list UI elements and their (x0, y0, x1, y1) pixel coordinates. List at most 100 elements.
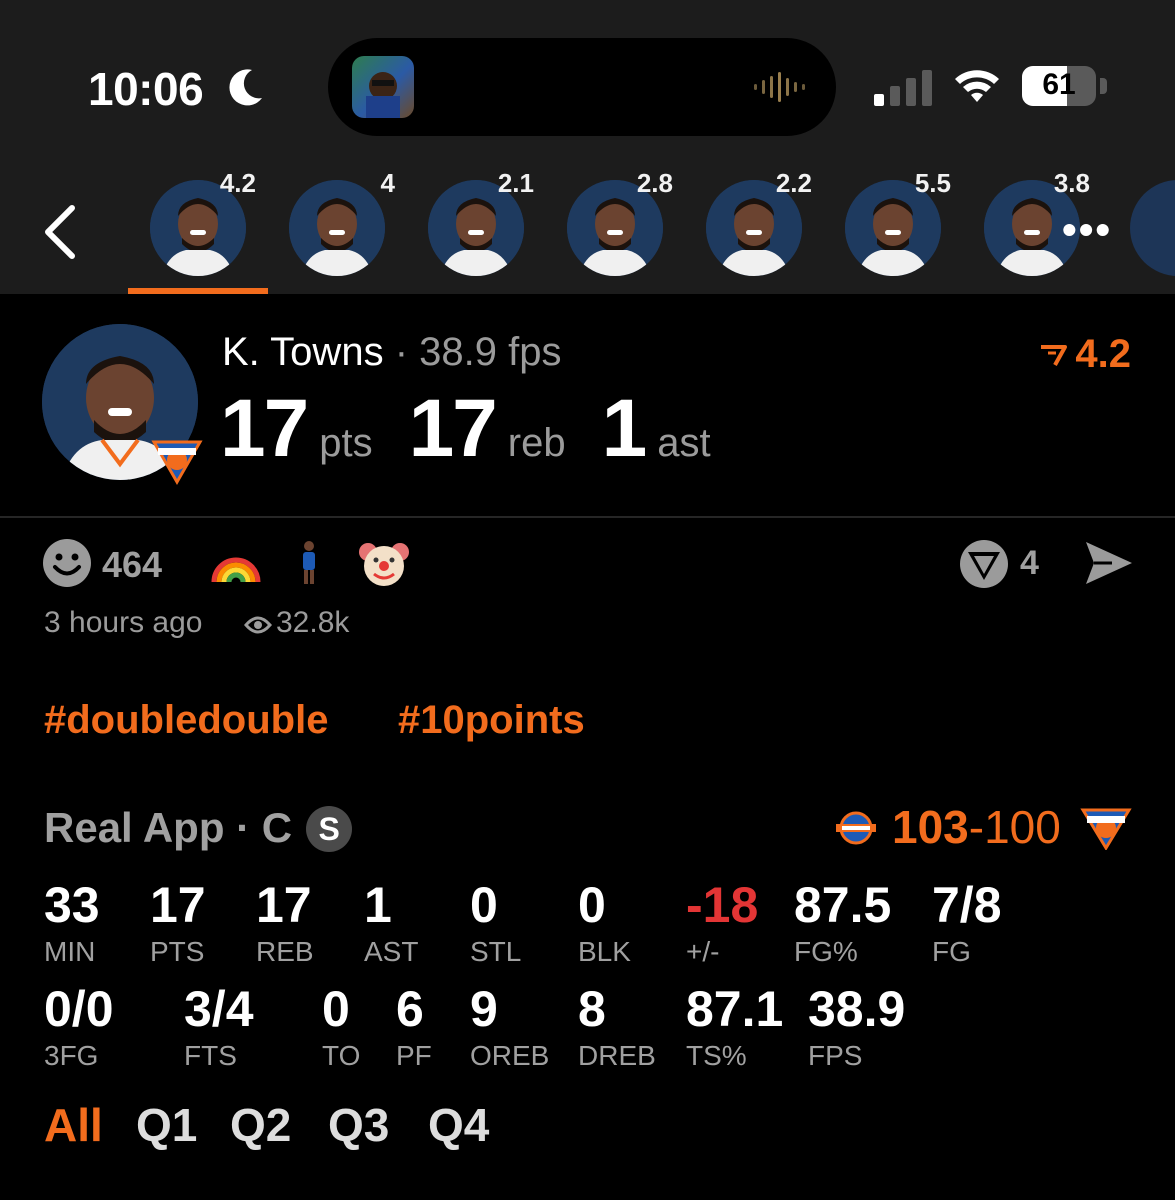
source-text: Real App · C (44, 804, 293, 851)
battery-icon: 61 (1022, 66, 1108, 108)
wifi-icon (955, 70, 999, 102)
rating-v-icon (1041, 345, 1068, 367)
player-rating[interactable]: 4.2 (1039, 332, 1131, 377)
stat-label: PTS (150, 936, 205, 967)
clown-emoji-icon[interactable] (358, 538, 410, 590)
stat-value: 6 (396, 981, 424, 1037)
stat-label: FG (932, 936, 971, 967)
selected-thumb-underline (128, 288, 268, 294)
stat-3fg: 0/0 3FG (44, 984, 114, 1072)
stat-value: 0/0 (44, 981, 114, 1037)
hashtag-10points[interactable]: #10points (398, 698, 585, 743)
stat-oreb: 9 OREB (470, 984, 549, 1072)
stat-value: 17 (256, 877, 312, 933)
stat-stl: 0 STL (470, 880, 521, 968)
tab-q3[interactable]: Q3 (328, 1098, 389, 1152)
stat-label: FG% (794, 936, 858, 967)
eye-icon (244, 616, 272, 634)
stat-dreb: 8 DREB (578, 984, 656, 1072)
score-loss: 100 (984, 801, 1061, 853)
reaction-count: 464 (102, 544, 163, 585)
moon-icon (229, 69, 262, 106)
avatar (1130, 180, 1175, 276)
player-thumb[interactable]: 5.5 (845, 168, 951, 278)
stat-fg: 7/8 FG (932, 880, 1002, 968)
game-source-label: Real App · C S (44, 804, 353, 852)
vote-count: 4 (1020, 544, 1039, 582)
post-time-ago: 3 hours ago (44, 606, 203, 639)
score-win: 103 (892, 801, 969, 853)
rainbow-emoji-icon[interactable] (210, 536, 262, 588)
smiley-reaction-icon[interactable] (42, 538, 92, 588)
stat-label: REB (256, 936, 314, 967)
headline-stats: 17 pts 17 reb 1 ast (220, 382, 747, 476)
tab-q4[interactable]: Q4 (428, 1098, 489, 1152)
share-send-icon[interactable] (1082, 538, 1136, 588)
hashtag-doubledouble[interactable]: #doubledouble (44, 698, 328, 743)
stat-fts: 3/4 FTS (184, 984, 254, 1072)
rating-value: 4.2 (1075, 332, 1131, 376)
stat-label: OREB (470, 1040, 550, 1071)
stat-label: PF (396, 1040, 432, 1071)
knicks-logo-icon (151, 440, 203, 486)
stat-: -18 +/- (686, 880, 758, 968)
stat-value: 87.5 (794, 877, 892, 933)
game-score[interactable]: 103-100 (892, 800, 1061, 854)
score-separator: - (968, 801, 985, 853)
tab-q2[interactable]: Q2 (230, 1098, 291, 1152)
separator-dot: · (394, 330, 409, 374)
stat-value: 1 (364, 877, 392, 933)
battery-percent: 61 (1042, 68, 1076, 101)
stat-label: DREB (578, 1040, 656, 1071)
assists-unit: ast (657, 421, 711, 465)
stat-value: 9 (470, 981, 498, 1037)
view-count: 32.8k (244, 606, 349, 640)
thunder-logo-icon[interactable] (832, 808, 880, 848)
dynamic-island[interactable] (328, 38, 836, 136)
tab-all[interactable]: All (44, 1098, 103, 1152)
stat-value: 33 (44, 877, 100, 933)
stat-label: BLK (578, 936, 631, 967)
points-unit: pts (319, 421, 373, 465)
player-thumb[interactable]: 4 (289, 168, 395, 278)
player-name[interactable]: K. Towns (222, 330, 384, 374)
thumb-score: 2.1 (497, 168, 534, 198)
back-chevron-icon[interactable] (38, 202, 82, 262)
rebounds-value: 17 (408, 383, 498, 474)
tab-q1[interactable]: Q1 (136, 1098, 197, 1152)
vote-shield-icon[interactable] (958, 538, 1010, 590)
stat-ast: 1 AST (364, 880, 418, 968)
player-thumb[interactable]: 4.2 (150, 168, 256, 278)
assists-value: 1 (601, 383, 648, 474)
stat-value: 3/4 (184, 981, 254, 1037)
stat-value: 87.1 (686, 981, 784, 1037)
stat-value: 0 (322, 981, 350, 1037)
player-thumb[interactable]: 2.8 (567, 168, 673, 278)
stat-reb: 17 REB (256, 880, 314, 968)
rebounds-unit: reb (507, 421, 566, 465)
stat-value: 0 (578, 877, 606, 933)
avatar (289, 180, 385, 276)
player-fps: 38.9 fps (419, 330, 562, 374)
stat-label: TO (322, 1040, 361, 1071)
player-name-line: K. Towns · 38.9 fps (222, 330, 561, 375)
stat-value: -18 (686, 877, 759, 933)
s-badge: S (306, 806, 353, 852)
now-playing-artwork-icon (352, 56, 414, 118)
stat-value: 7/8 (932, 877, 1002, 933)
thumb-score: 5.5 (914, 168, 951, 198)
points-value: 17 (220, 383, 309, 474)
player-thumb[interactable]: 2.1 (428, 168, 534, 278)
player-thumb[interactable]: 2.2 (706, 168, 812, 278)
status-bar: 10:06 61 (0, 0, 1175, 150)
divider (0, 516, 1175, 518)
stat-value: 0 (470, 877, 498, 933)
stat-fg: 87.5 FG% (794, 880, 891, 968)
knicks-logo-icon[interactable] (1080, 804, 1132, 850)
thumb-score: 3.8 (1053, 168, 1090, 198)
more-options-icon[interactable]: ••• (1062, 209, 1122, 251)
thumb-score: 4.2 (219, 168, 256, 198)
stat-pts: 17 PTS (150, 880, 206, 968)
player-dunk-emoji-icon[interactable] (292, 536, 326, 588)
player-thumb-partial[interactable] (1130, 180, 1175, 278)
